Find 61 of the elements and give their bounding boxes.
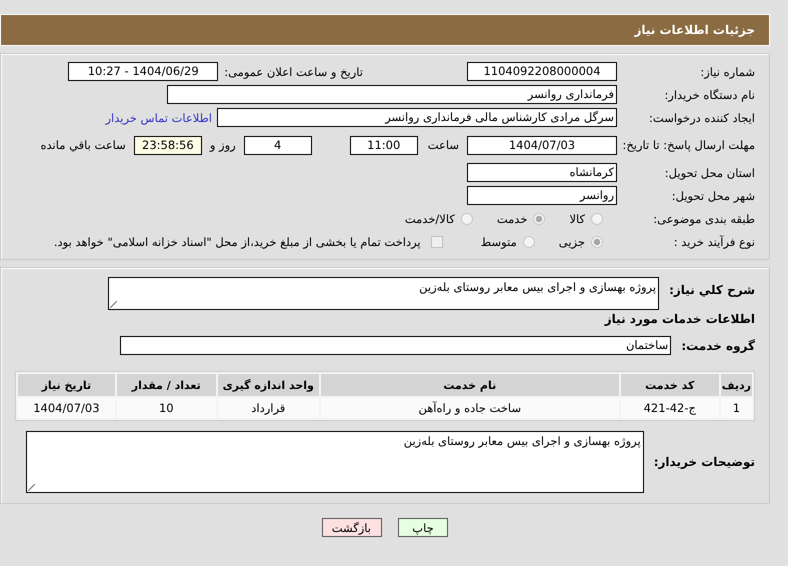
field-label: شرح کلي نياز: — [669, 282, 755, 296]
option-label: کالا — [569, 212, 585, 226]
radio-button[interactable] — [522, 236, 535, 248]
option-label: خدمت — [496, 212, 528, 226]
table-cell: قرارداد — [218, 398, 319, 418]
field-label: توضیحات خریدار: — [654, 455, 755, 469]
countdown-field[interactable]: 23:58:56 — [134, 136, 202, 154]
checkbox[interactable] — [430, 236, 443, 248]
radio-button[interactable] — [591, 236, 603, 248]
field-label: نام دستگاه خریدار: — [663, 88, 755, 102]
field-label: ساعت — [428, 138, 459, 152]
field-label: ساعت باقي مانده — [40, 138, 126, 152]
column-header: نام خدمت — [320, 374, 619, 396]
field-label: روز و — [210, 138, 236, 152]
notes-field[interactable]: پروژه بهسازی و اجرای بیس معابر روستای بله‌زین — [26, 431, 644, 493]
input-field[interactable]: ساختمان — [120, 336, 672, 355]
column-header: کد خدمت — [620, 374, 719, 396]
column-header: ردیف — [720, 374, 752, 396]
resize-grip-icon — [110, 301, 118, 308]
field-label: شماره نیاز: — [699, 64, 755, 78]
option-label: جزیی — [558, 234, 585, 248]
option-label: متوسط — [480, 234, 517, 248]
field-label: طبقه بندی موضوعی: — [652, 212, 755, 226]
field-label: نوع فرآیند خرید : — [672, 234, 755, 248]
input-field[interactable]: 1404/06/29 - 10:27 — [68, 62, 218, 81]
table-cell: 10 — [116, 398, 216, 418]
radio-button[interactable] — [533, 212, 546, 224]
field-label: تاریخ و ساعت اعلان عمومی: — [224, 64, 363, 78]
input-field[interactable]: سرگل مرادی کارشناس مالی فرمانداری روانسر — [217, 108, 617, 127]
table-cell: 1 — [720, 398, 752, 418]
column-header: واحد اندازه گیری — [218, 374, 319, 396]
radio-button[interactable] — [591, 212, 603, 224]
description-field[interactable]: پروژه بهسازی و اجرای بیس معابر روستای بله‌زین — [108, 277, 660, 310]
input-field[interactable]: کرمانشاه — [467, 163, 617, 182]
input-field[interactable]: 11:00 — [350, 136, 418, 154]
page-title: جزئیات اطلاعات نیاز — [634, 23, 755, 37]
field-label: مهلت ارسال پاسخ: تا تاریخ: — [621, 138, 755, 152]
field-label: گروه خدمت: — [681, 338, 755, 352]
table-cell: 1404/07/03 — [18, 398, 115, 418]
table-cell: ساخت جاده و راه‌آهن — [320, 398, 619, 418]
field-label: شهر محل تحویل: — [670, 188, 755, 202]
contact-link[interactable]: اطلاعات تماس خریدار — [105, 110, 212, 124]
input-field[interactable]: روانسر — [467, 186, 617, 205]
checkbox-label: پرداخت تمام یا بخشی از مبلغ خرید،از محل "اسناد خزانه اسلامی" خواهد بود. — [54, 234, 421, 248]
input-field[interactable]: 1104092208000004 — [467, 62, 617, 81]
resize-grip-icon — [28, 484, 35, 491]
back-button[interactable]: بازگشت — [322, 518, 382, 537]
radio-button[interactable] — [460, 212, 473, 224]
input-field[interactable]: 1404/07/03 — [467, 136, 617, 154]
option-label: کالا/خدمت — [404, 212, 455, 226]
input-field[interactable]: فرمانداری روانسر — [167, 85, 617, 104]
column-header: تعداد / مقدار — [116, 374, 216, 396]
print-button[interactable]: چاپ — [398, 518, 448, 537]
field-label: استان محل تحویل: — [664, 166, 755, 180]
table-cell: ج-42-421 — [620, 398, 719, 418]
field-label: ایجاد کننده درخواست: — [648, 110, 755, 124]
field-text: پروژه بهسازی و اجرای بیس معابر روستای بله‌زین — [402, 433, 642, 450]
section-heading: اطلاعات خدمات مورد نیاز — [604, 312, 755, 326]
column-header: تاریخ نیاز — [18, 374, 115, 396]
field-text: پروژه بهسازی و اجرای بیس معابر روستای بله‌زین — [418, 279, 658, 296]
input-field[interactable]: 4 — [244, 136, 312, 154]
